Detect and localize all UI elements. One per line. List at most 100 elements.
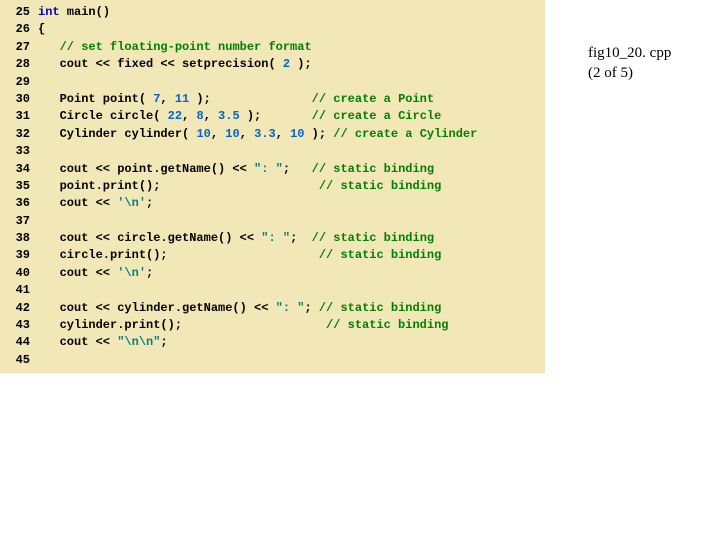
code-token: "\n\n" <box>117 335 160 349</box>
code-token: ; <box>160 335 167 349</box>
code-line: 37 <box>0 213 545 230</box>
code-token: 11 <box>175 92 189 106</box>
code-token: // create a Point <box>312 92 434 106</box>
code-token <box>38 40 60 54</box>
code-token: circle.print(); <box>38 248 319 262</box>
code-line: 27 // set floating-point number format <box>0 39 545 56</box>
code-token: 22 <box>168 109 182 123</box>
code-token: 8 <box>196 109 203 123</box>
line-number: 42 <box>0 300 38 317</box>
line-number: 40 <box>0 265 38 282</box>
code-line: 26{ <box>0 21 545 38</box>
line-number: 30 <box>0 91 38 108</box>
line-number: 33 <box>0 143 38 160</box>
line-number: 45 <box>0 352 38 369</box>
line-number: 35 <box>0 178 38 195</box>
code-line: 25int main() <box>0 4 545 21</box>
code-line: 39 circle.print(); // static binding <box>0 247 545 264</box>
code-token: // create a Cylinder <box>333 127 477 141</box>
line-number: 41 <box>0 282 38 299</box>
code-token: '\n' <box>117 266 146 280</box>
line-number: 26 <box>0 21 38 38</box>
code-token: 10 <box>225 127 239 141</box>
code-token: , <box>160 92 174 106</box>
code-line: 33 <box>0 143 545 160</box>
code-line: 38 cout << circle.getName() << ": "; // … <box>0 230 545 247</box>
code-token: Cylinder cylinder( <box>38 127 196 141</box>
code-token: 10 <box>196 127 210 141</box>
slide-caption: fig10_20. cpp (2 of 5) <box>588 44 671 83</box>
code-token: // static binding <box>312 162 434 176</box>
code-line: 36 cout << '\n'; <box>0 195 545 212</box>
line-number: 38 <box>0 230 38 247</box>
code-token: cout << circle.getName() << <box>38 231 261 245</box>
line-number: 31 <box>0 108 38 125</box>
line-number: 37 <box>0 213 38 230</box>
code-token: , <box>182 109 196 123</box>
code-token: // create a Circle <box>312 109 442 123</box>
line-number: 25 <box>0 4 38 21</box>
code-token: cout << <box>38 335 117 349</box>
code-token: ; <box>283 162 312 176</box>
code-token: ": " <box>276 301 305 315</box>
code-token: cout << <box>38 196 117 210</box>
code-token: cout << fixed << setprecision( <box>38 57 283 71</box>
code-token: main() <box>60 5 110 19</box>
code-line: 44 cout << "\n\n"; <box>0 334 545 351</box>
code-token: ); <box>240 109 312 123</box>
code-token: // static binding <box>312 231 434 245</box>
code-token: // static binding <box>319 248 441 262</box>
code-line: 32 Cylinder cylinder( 10, 10, 3.3, 10 );… <box>0 126 545 143</box>
code-token: , <box>204 109 218 123</box>
code-token: 2 <box>283 57 290 71</box>
code-line: 41 <box>0 282 545 299</box>
code-token: Point point( <box>38 92 153 106</box>
caption-filename: fig10_20. cpp <box>588 45 671 61</box>
line-number: 43 <box>0 317 38 334</box>
code-line: 31 Circle circle( 22, 8, 3.5 ); // creat… <box>0 108 545 125</box>
code-line: 42 cout << cylinder.getName() << ": "; /… <box>0 300 545 317</box>
code-token: int <box>38 5 60 19</box>
code-token: , <box>240 127 254 141</box>
code-token: Circle circle( <box>38 109 168 123</box>
code-block: 25int main()26{27 // set floating-point … <box>0 0 545 373</box>
line-number: 29 <box>0 74 38 91</box>
code-line: 30 Point point( 7, 11 ); // create a Poi… <box>0 91 545 108</box>
line-number: 44 <box>0 334 38 351</box>
line-number: 28 <box>0 56 38 73</box>
code-token: ); <box>304 127 333 141</box>
line-number: 36 <box>0 195 38 212</box>
code-token: ; <box>290 231 312 245</box>
code-token: ": " <box>261 231 290 245</box>
line-number: 27 <box>0 39 38 56</box>
code-token: ; <box>304 301 318 315</box>
caption-page: (2 of 5) <box>588 65 633 81</box>
code-token: // static binding <box>326 318 448 332</box>
code-line: 29 <box>0 74 545 91</box>
code-token: 3.5 <box>218 109 240 123</box>
code-token: ; <box>146 266 153 280</box>
line-number: 34 <box>0 161 38 178</box>
code-token: cout << cylinder.getName() << <box>38 301 276 315</box>
code-token: { <box>38 22 45 36</box>
code-token: '\n' <box>117 196 146 210</box>
code-token: // static binding <box>319 179 441 193</box>
code-token: ": " <box>254 162 283 176</box>
code-line: 35 point.print(); // static binding <box>0 178 545 195</box>
code-token: , <box>211 127 225 141</box>
code-line: 34 cout << point.getName() << ": "; // s… <box>0 161 545 178</box>
code-token: cout << <box>38 266 117 280</box>
code-token: // static binding <box>319 301 441 315</box>
code-token: // set floating-point number format <box>60 40 312 54</box>
code-token: ); <box>290 57 312 71</box>
code-line: 28 cout << fixed << setprecision( 2 ); <box>0 56 545 73</box>
code-line: 40 cout << '\n'; <box>0 265 545 282</box>
code-token: cout << point.getName() << <box>38 162 254 176</box>
code-line: 45 <box>0 352 545 369</box>
line-number: 39 <box>0 247 38 264</box>
code-line: 43 cylinder.print(); // static binding <box>0 317 545 334</box>
code-token: ); <box>189 92 311 106</box>
line-number: 32 <box>0 126 38 143</box>
code-token: 3.3 <box>254 127 276 141</box>
code-token: , <box>276 127 290 141</box>
